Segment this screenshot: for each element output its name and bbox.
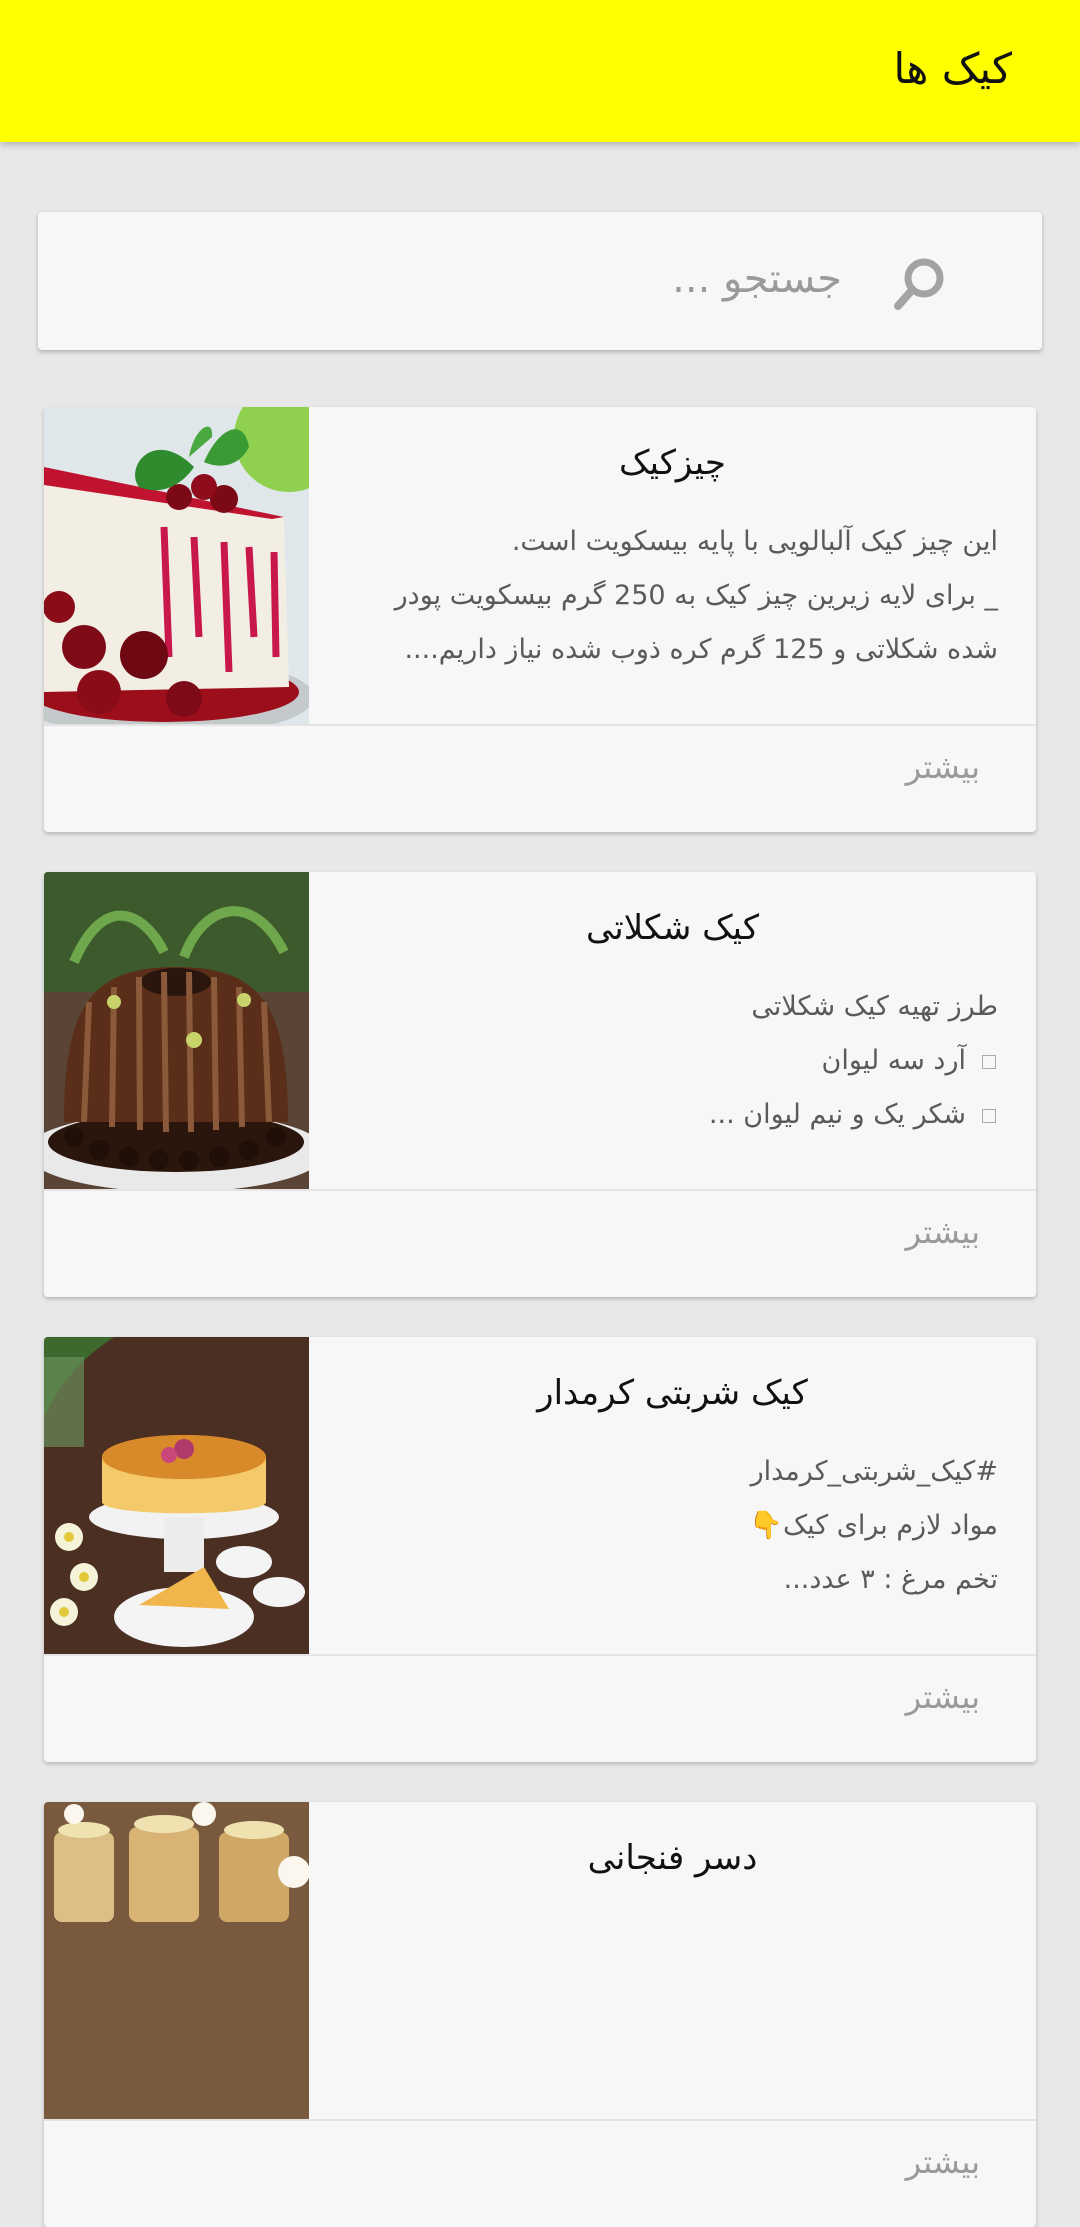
card-divider	[44, 2119, 1036, 2121]
more-button[interactable]: بیشتر	[906, 2142, 980, 2184]
excerpt-line: شده شکلاتی و 125 گرم کره ذوب شده نیاز دا…	[404, 634, 998, 665]
checkbox-bullet-icon	[982, 1108, 996, 1123]
more-button[interactable]: بیشتر	[906, 1677, 980, 1719]
recipe-body: کیک شکلاتی طرز تهیه کیک شکلاتی آرد سه لی…	[309, 872, 1036, 1189]
recipe-title: چیزکیک	[619, 443, 726, 483]
recipe-excerpt: این چیز کیک آلبالویی با پایه بیسکویت است…	[358, 515, 998, 677]
recipe-body: دسر فنجانی	[309, 1802, 1036, 2119]
recipe-image-chocolate-cake[interactable]	[44, 872, 309, 1189]
excerpt-line: این چیز کیک آلبالویی با پایه بیسکویت است…	[511, 526, 998, 557]
search-box[interactable]	[38, 212, 1042, 350]
recipe-card-chocolate-cake[interactable]: کیک شکلاتی طرز تهیه کیک شکلاتی آرد سه لی…	[44, 872, 1036, 1297]
more-button[interactable]: بیشتر	[906, 747, 980, 789]
excerpt-line: طرز تهیه کیک شکلاتی	[751, 991, 998, 1022]
recipe-title: کیک شکلاتی	[585, 908, 760, 948]
page-title: کیک ها	[893, 44, 1012, 93]
app-bar: کیک ها	[0, 0, 1080, 142]
recipe-title: کیک شربتی کرمدار	[537, 1373, 808, 1413]
recipe-title: دسر فنجانی	[587, 1838, 758, 1878]
recipe-excerpt: #کیک_شربتی_کرمدار مواد لازم برای کیک👇 تخ…	[358, 1445, 998, 1607]
card-divider	[44, 1654, 1036, 1656]
recipe-body: چیزکیک این چیز کیک آلبالویی با پایه بیسک…	[309, 407, 1036, 724]
excerpt-line: #کیک_شربتی_کرمدار	[750, 1456, 998, 1487]
excerpt-list-item: آرد سه لیوان	[358, 1034, 998, 1088]
excerpt-line: _ برای لایه زیرین چیز کیک به 250 گرم بیس…	[394, 580, 998, 611]
excerpt-list-item: شکر یک و نیم لیوان ...	[358, 1088, 998, 1142]
search-icon[interactable]	[890, 254, 950, 314]
excerpt-line: تخم مرغ : ۳ عدد...	[783, 1564, 998, 1595]
card-divider	[44, 724, 1036, 726]
checkbox-bullet-icon	[982, 1054, 996, 1069]
recipe-body: کیک شربتی کرمدار #کیک_شربتی_کرمدار مواد …	[309, 1337, 1036, 1654]
card-divider	[44, 1189, 1036, 1191]
recipe-image-cup-dessert[interactable]	[44, 1802, 309, 2119]
recipe-image-cheesecake[interactable]	[44, 407, 309, 724]
search-input[interactable]	[122, 242, 842, 316]
more-button[interactable]: بیشتر	[906, 1212, 980, 1254]
recipe-excerpt: طرز تهیه کیک شکلاتی آرد سه لیوان شکر یک …	[358, 980, 998, 1142]
excerpt-line: شکر یک و نیم لیوان ...	[708, 1099, 966, 1130]
recipe-card-cheesecake[interactable]: چیزکیک این چیز کیک آلبالویی با پایه بیسک…	[44, 407, 1036, 832]
excerpt-line: مواد لازم برای کیک👇	[749, 1510, 998, 1541]
excerpt-line: آرد سه لیوان	[821, 1045, 966, 1076]
recipe-card-syrup-cake[interactable]: کیک شربتی کرمدار #کیک_شربتی_کرمدار مواد …	[44, 1337, 1036, 1762]
recipe-card-cup-dessert[interactable]: دسر فنجانی بیشتر	[44, 1802, 1036, 2227]
recipe-image-syrup-cake[interactable]	[44, 1337, 309, 1654]
